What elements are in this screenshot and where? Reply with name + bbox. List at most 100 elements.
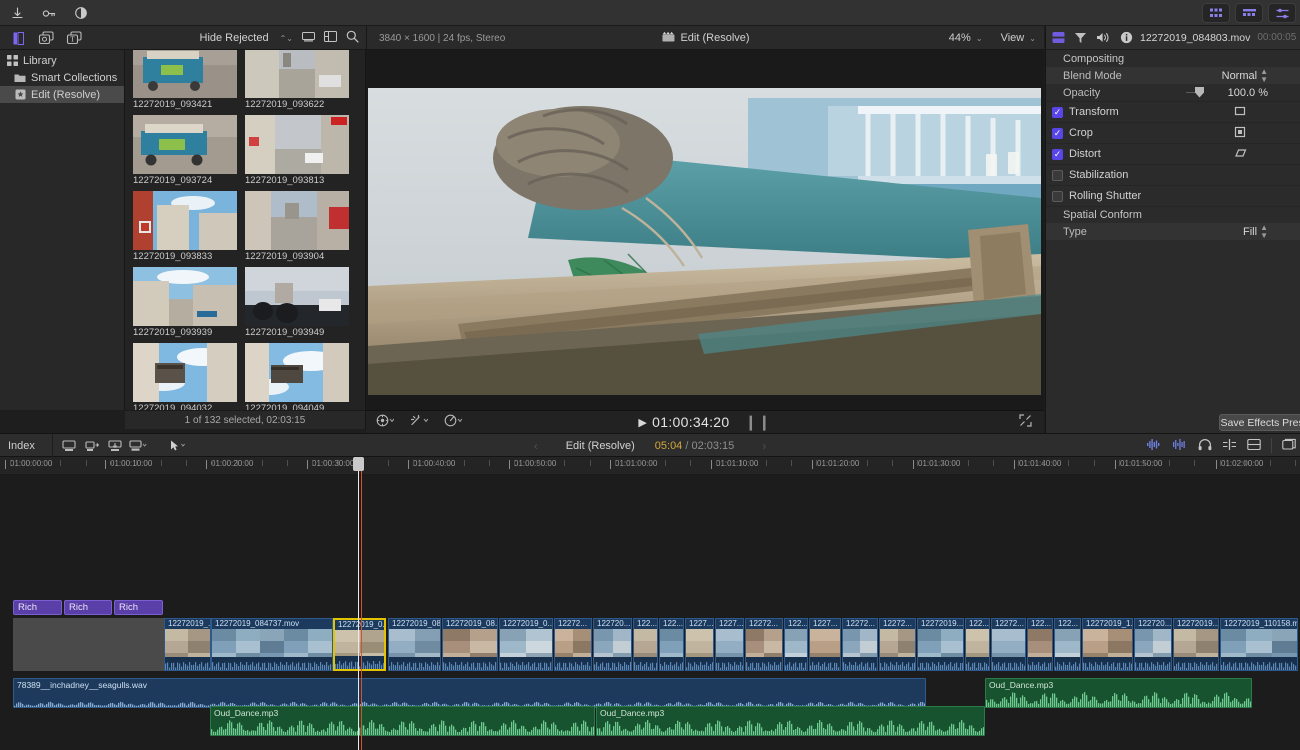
color-tab-icon[interactable]: [1074, 31, 1087, 44]
playhead-line[interactable]: [358, 457, 359, 750]
grid-panel-icon[interactable]: [1202, 3, 1230, 23]
speed-gauge-icon[interactable]: [444, 414, 462, 430]
magic-wand-icon[interactable]: [410, 414, 428, 430]
browser-cell[interactable]: 12272019_093421: [133, 50, 237, 112]
save-effects-preset-button[interactable]: Save Effects Preset: [1219, 414, 1300, 431]
spatial-conform-type-row[interactable]: Type Fill ▲▼: [1046, 223, 1300, 240]
snap-icon[interactable]: [1222, 438, 1237, 454]
opacity-value[interactable]: 100.0 %: [1228, 87, 1268, 99]
timeline-audio-clip[interactable]: Oud_Dance.mp3: [210, 706, 595, 736]
next-project-arrow[interactable]: ›: [762, 439, 766, 453]
sidebar-item-edit-resolve[interactable]: Edit (Resolve): [0, 86, 124, 103]
timeline-video-clip[interactable]: 122...: [633, 618, 658, 671]
timeline-video-clip[interactable]: 122...: [1027, 618, 1053, 671]
browser-cell[interactable]: 12272019_094049: [245, 340, 349, 410]
appearance-icon[interactable]: [1247, 438, 1261, 454]
timeline-audio-clip[interactable]: Oud_Dance.mp3: [596, 706, 985, 736]
timeline-duration-display[interactable]: 05:04 / 02:03:15: [655, 440, 735, 452]
browser-cell[interactable]: 12272019_093622: [245, 50, 349, 112]
clip-thumbnail[interactable]: [245, 191, 349, 250]
timeline-video-clip[interactable]: 1227...: [809, 618, 841, 671]
color-wheel-icon[interactable]: [376, 414, 394, 430]
rolling-shutter-checkbox[interactable]: [1052, 191, 1063, 202]
transform-icon[interactable]: [1234, 105, 1246, 120]
timeline-gap[interactable]: [13, 618, 164, 671]
timeline-video-clip[interactable]: 12272019...: [1173, 618, 1219, 671]
timeline-video-clip[interactable]: 12272...: [879, 618, 916, 671]
timeline-audio-clip[interactable]: Oud_Dance.mp3: [985, 678, 1252, 708]
view-menu[interactable]: View ⌄: [1001, 32, 1036, 44]
timeline-video-clip[interactable]: 1227...: [685, 618, 714, 671]
search-icon[interactable]: [346, 30, 359, 46]
clip-thumbnail[interactable]: [133, 267, 237, 326]
timeline-video-clip[interactable]: 12272019...: [917, 618, 964, 671]
append-icon[interactable]: [59, 436, 79, 455]
section-distort[interactable]: Distort: [1046, 143, 1300, 164]
sidebar-item-library[interactable]: Library: [0, 52, 124, 69]
video-tab-icon[interactable]: [1052, 31, 1065, 44]
connect-icon[interactable]: [82, 436, 102, 455]
stabilization-checkbox[interactable]: [1052, 170, 1063, 181]
timeline-body[interactable]: RichRichRich 12272019_...12272019_084737…: [0, 475, 1300, 750]
timeline-video-clip[interactable]: 12272...: [554, 618, 592, 671]
timeline-video-clip[interactable]: 12272019_1...: [1082, 618, 1133, 671]
headphones-icon[interactable]: [1198, 438, 1212, 454]
type-value[interactable]: Fill ▲▼: [1243, 224, 1268, 240]
timeline-video-clip[interactable]: 122...: [965, 618, 990, 671]
list-view-icon[interactable]: [324, 31, 337, 45]
filmstrip-icon[interactable]: [302, 31, 315, 45]
crop-icon[interactable]: [1234, 126, 1246, 141]
timeline-index-button[interactable]: Index: [0, 434, 50, 457]
browser-cell[interactable]: 12272019_094032: [133, 340, 237, 410]
sliders-icon[interactable]: [1268, 3, 1296, 23]
timeline-video-clip[interactable]: 12272...: [745, 618, 783, 671]
timeline-video-clip[interactable]: 12272019_0...: [499, 618, 553, 671]
timeline-video-clip[interactable]: 12272...: [842, 618, 878, 671]
title-clip[interactable]: Rich: [64, 600, 112, 615]
waveform-icon[interactable]: [1146, 438, 1162, 454]
browser-cell[interactable]: 12272019_093724: [133, 112, 237, 188]
sidebar-item-smart-collections[interactable]: Smart Collections: [0, 69, 124, 86]
title-clip[interactable]: Rich: [114, 600, 163, 615]
fullscreen-button[interactable]: [1019, 414, 1032, 430]
import-media-icon[interactable]: [2, 3, 32, 24]
window-icon[interactable]: [1282, 438, 1296, 454]
audio-tab-icon[interactable]: [1096, 31, 1111, 44]
clip-thumbnail[interactable]: [133, 343, 237, 402]
media-browser[interactable]: 12272019_093421 12272019_093622 12272019…: [125, 50, 366, 410]
distort-checkbox[interactable]: [1052, 149, 1063, 160]
timeline-video-clip[interactable]: 122...: [784, 618, 808, 671]
timeline-video-clip[interactable]: 12272019_110158.mov: [1220, 618, 1298, 671]
title-clip[interactable]: Rich: [13, 600, 62, 615]
blend-mode-row[interactable]: Blend Mode Normal ▲▼: [1046, 67, 1300, 84]
filter-chevron-icon[interactable]: ⌃⌄: [280, 34, 293, 43]
media-icon[interactable]: [34, 28, 58, 48]
transform-checkbox[interactable]: [1052, 107, 1063, 118]
browser-cell[interactable]: 12272019_093904: [245, 188, 349, 264]
section-stabilization[interactable]: Stabilization: [1046, 164, 1300, 185]
overwrite-icon[interactable]: [128, 436, 148, 455]
clip-thumbnail[interactable]: [245, 267, 349, 326]
clip-thumbnail[interactable]: [133, 50, 237, 98]
clip-thumbnail[interactable]: [133, 115, 237, 174]
waveform-alt-icon[interactable]: [1172, 438, 1188, 454]
clip-thumbnail[interactable]: [245, 343, 349, 402]
timeline-video-clip[interactable]: 12272...: [991, 618, 1026, 671]
clip-thumbnail[interactable]: [133, 191, 237, 250]
zoom-level[interactable]: 44% ⌄: [949, 32, 983, 44]
info-tab-icon[interactable]: [1120, 31, 1133, 44]
sidebar-icon[interactable]: [6, 28, 30, 48]
timeline-video-clip[interactable]: 122...: [659, 618, 684, 671]
opacity-row[interactable]: Opacity 100.0 %: [1046, 84, 1300, 101]
browser-cell[interactable]: 12272019_093833: [133, 188, 237, 264]
timeline-ruler[interactable]: 01:00:00:0001:00:10:0001:00:20:0001:00:3…: [0, 457, 1300, 475]
section-transform[interactable]: Transform: [1046, 101, 1300, 122]
titles-icon[interactable]: T: [62, 28, 86, 48]
timeline-audio-clip[interactable]: 78389__inchadney__seagulls.wav: [13, 678, 926, 708]
timeline-video-clip[interactable]: 12272019_084737.mov: [211, 618, 333, 671]
crop-checkbox[interactable]: [1052, 128, 1063, 139]
chevron-updown-icon[interactable]: ▲▼: [1260, 224, 1268, 240]
browser-cell[interactable]: 12272019_093939: [133, 264, 237, 340]
insert-icon[interactable]: [105, 436, 125, 455]
browser-cell[interactable]: 12272019_093949: [245, 264, 349, 340]
